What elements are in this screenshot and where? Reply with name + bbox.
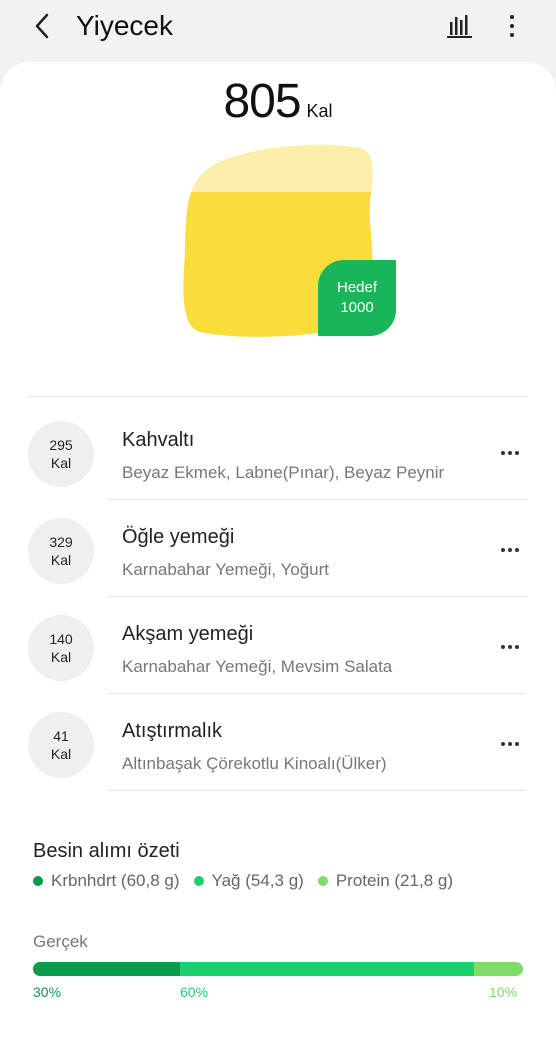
legend-item-carbs: Krbnhdrt (60,8 g)	[33, 871, 180, 891]
meal-calorie-unit: Kal	[50, 552, 72, 568]
bar-chart-icon	[447, 15, 472, 38]
more-dot	[515, 645, 519, 649]
meal-items: Karnabahar Yemeği, Yoğurt	[122, 560, 330, 579]
more-dot	[508, 451, 512, 455]
more-horizontal-icon	[501, 548, 505, 552]
calorie-value: 805	[223, 75, 301, 128]
meal-calorie-badge: 329 Kal	[28, 518, 94, 584]
nutrition-summary-title: Besin alımı özeti	[33, 840, 180, 862]
meal-row-snack[interactable]: 41 Kal Atıştırmalık Altınbaşak Çörekotlu…	[0, 694, 556, 791]
actual-label: Gerçek	[33, 932, 88, 951]
more-horizontal-icon	[501, 742, 505, 746]
legend-dot	[193, 876, 204, 886]
meal-calorie-unit: Kal	[50, 455, 72, 471]
meal-name: Akşam yemeği	[122, 623, 254, 645]
meal-calorie-value: 41	[53, 728, 69, 744]
meal-calorie-badge: 41 Kal	[28, 712, 94, 778]
percent-label-protein: 10%	[489, 984, 518, 1000]
legend-label: Protein (21,8 g)	[335, 871, 453, 890]
meal-more-button[interactable]	[496, 637, 524, 657]
more-horizontal-icon	[501, 451, 505, 455]
bar-segment-fat	[180, 962, 474, 976]
meal-calorie-unit: Kal	[50, 746, 72, 762]
meal-more-button[interactable]	[496, 734, 524, 754]
meal-row-dinner[interactable]: 140 Kal Akşam yemeği Karnabahar Yemeği, …	[0, 597, 556, 694]
meal-items: Karnabahar Yemeği, Mevsim Salata	[122, 657, 393, 676]
app-header: Yiyecek	[0, 0, 556, 60]
more-dot	[508, 548, 512, 552]
meal-calorie-badge: 140 Kal	[28, 615, 94, 681]
meal-calorie-badge: 295 Kal	[28, 421, 94, 487]
more-dot	[515, 548, 519, 552]
back-button[interactable]	[26, 8, 58, 44]
meal-name: Kahvaltı	[122, 429, 195, 451]
meal-calorie-value: 140	[49, 631, 73, 647]
more-options-icon	[510, 15, 514, 19]
percent-label-fat: 60%	[180, 984, 209, 1000]
legend-item-fat: Yağ (54,3 g)	[193, 871, 304, 891]
legend-dot	[317, 876, 328, 886]
meal-more-button[interactable]	[496, 443, 524, 463]
page-title: Yiyecek	[76, 10, 174, 41]
meal-row-breakfast[interactable]: 295 Kal Kahvaltı Beyaz Ekmek, Labne(Pına…	[0, 403, 556, 500]
calorie-summary: 805 Kal	[0, 74, 556, 130]
more-dot	[515, 742, 519, 746]
more-dot	[508, 742, 512, 746]
meal-calorie-value: 329	[49, 534, 73, 550]
meal-name: Öğle yemeği	[122, 526, 235, 548]
meal-items: Altınbaşak Çörekotlu Kinoalı(Ülker)	[122, 754, 387, 773]
bar-segment-protein	[474, 962, 523, 976]
legend-label: Yağ (54,3 g)	[211, 871, 304, 890]
meal-more-button[interactable]	[496, 540, 524, 560]
more-options-dot	[510, 24, 514, 28]
meal-calorie-value: 295	[49, 437, 73, 453]
calorie-unit: Kal	[306, 101, 333, 121]
more-options-dot	[510, 33, 514, 37]
statistics-button[interactable]	[444, 10, 476, 42]
legend-item-protein: Protein (21,8 g)	[317, 871, 453, 891]
macro-distribution-bar	[33, 962, 523, 976]
row-divider	[108, 790, 526, 791]
percent-label-carbs: 30%	[33, 984, 62, 1000]
more-dot	[508, 645, 512, 649]
nutrition-legend: Krbnhdrt (60,8 g) Yağ (54,3 g) Protein (…	[33, 871, 453, 891]
more-dot	[515, 451, 519, 455]
meal-name: Atıştırmalık	[122, 720, 223, 742]
legend-dot	[33, 876, 43, 886]
section-divider	[28, 396, 526, 397]
bar-segment-carbs	[33, 962, 180, 976]
legend-label: Krbnhdrt (60,8 g)	[51, 871, 180, 890]
more-options-button[interactable]	[500, 10, 524, 42]
goal-label: Hedef	[336, 279, 378, 296]
goal-badge: Hedef 1000	[318, 260, 396, 336]
goal-value: 1000	[340, 299, 374, 316]
back-arrow-icon	[35, 13, 49, 39]
meal-calorie-unit: Kal	[50, 649, 72, 665]
more-horizontal-icon	[501, 645, 505, 649]
meal-row-lunch[interactable]: 329 Kal Öğle yemeği Karnabahar Yemeği, Y…	[0, 500, 556, 597]
meal-items: Beyaz Ekmek, Labne(Pınar), Beyaz Peynir	[122, 463, 445, 482]
